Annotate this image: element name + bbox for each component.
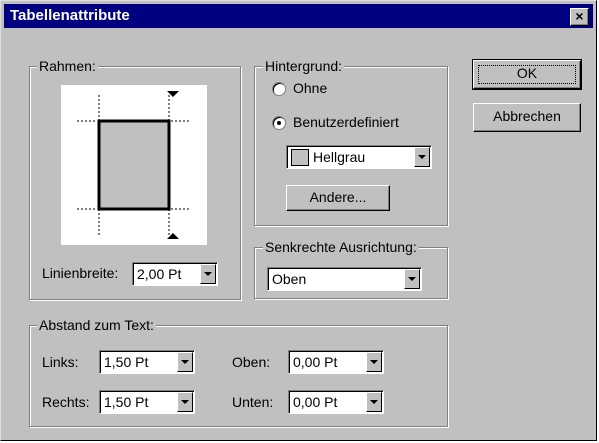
rechts-label: Rechts:	[42, 394, 90, 410]
rahmen-legend: Rahmen:	[37, 58, 98, 74]
rechts-dropdown-icon[interactable]	[177, 392, 193, 412]
background-color-dropdown-icon[interactable]	[414, 147, 430, 167]
oben-label: Oben:	[232, 354, 271, 370]
rechts-value: 1,50 Pt	[104, 394, 149, 410]
links-dropdown-icon[interactable]	[177, 352, 193, 372]
hintergrund-legend: Hintergrund:	[263, 58, 345, 74]
background-color-select[interactable]: Hellgrau	[286, 145, 432, 169]
links-value: 1,50 Pt	[104, 354, 149, 370]
unten-dropdown-icon[interactable]	[366, 392, 382, 412]
radio-ohne[interactable]	[272, 82, 286, 96]
linienbreite-label-text: Linienbreite:	[42, 265, 119, 281]
ok-button[interactable]: OK	[472, 59, 582, 90]
radio-benutzerdefiniert[interactable]	[272, 116, 286, 130]
title-bar[interactable]: Tabellenattribute ×	[4, 4, 593, 28]
links-label: Links:	[42, 354, 79, 370]
radio-benutzerdefiniert-label[interactable]: Benutzerdefiniert	[293, 114, 399, 130]
linienbreite-select[interactable]: 2,00 Pt	[132, 262, 218, 286]
color-swatch	[291, 149, 309, 166]
unten-value: 0,00 Pt	[293, 394, 338, 410]
dialog-title: Tabellenattribute	[10, 7, 130, 24]
rechts-select[interactable]: 1,50 Pt	[99, 390, 195, 414]
unten-label: Unten:	[232, 394, 274, 410]
oben-value: 0,00 Pt	[293, 354, 338, 370]
linienbreite-dropdown-icon[interactable]	[200, 264, 216, 284]
border-preview[interactable]	[61, 85, 207, 245]
background-color-value: Hellgrau	[313, 149, 366, 165]
abstand-legend: Abstand zum Text:	[37, 317, 156, 333]
andere-button[interactable]: Andere...	[286, 185, 390, 211]
linienbreite-value: 2,00 Pt	[137, 266, 182, 282]
abstand-group	[29, 325, 448, 427]
ok-focus-rect	[478, 65, 576, 84]
radio-ohne-label[interactable]: Ohne	[293, 80, 327, 96]
oben-select[interactable]: 0,00 Pt	[288, 350, 384, 374]
oben-dropdown-icon[interactable]	[366, 352, 382, 372]
ausrichtung-select[interactable]: Oben	[267, 267, 422, 291]
border-preview-diagram	[77, 91, 191, 239]
ausrichtung-value: Oben	[272, 271, 307, 287]
close-button[interactable]: ×	[570, 8, 589, 26]
linienbreite-label: Linienbreite:	[42, 265, 119, 281]
links-select[interactable]: 1,50 Pt	[99, 350, 195, 374]
andere-button-label: Andere...	[309, 189, 367, 205]
ausrichtung-dropdown-icon[interactable]	[404, 269, 420, 289]
cancel-button-label: Abbrechen	[493, 108, 561, 124]
unten-select[interactable]: 0,00 Pt	[288, 390, 384, 414]
cancel-button[interactable]: Abbrechen	[473, 103, 581, 132]
ausrichtung-legend: Senkrechte Ausrichtung:	[263, 239, 419, 255]
table-attributes-dialog: Tabellenattribute × Rahmen: Linienbreite…	[0, 0, 597, 441]
